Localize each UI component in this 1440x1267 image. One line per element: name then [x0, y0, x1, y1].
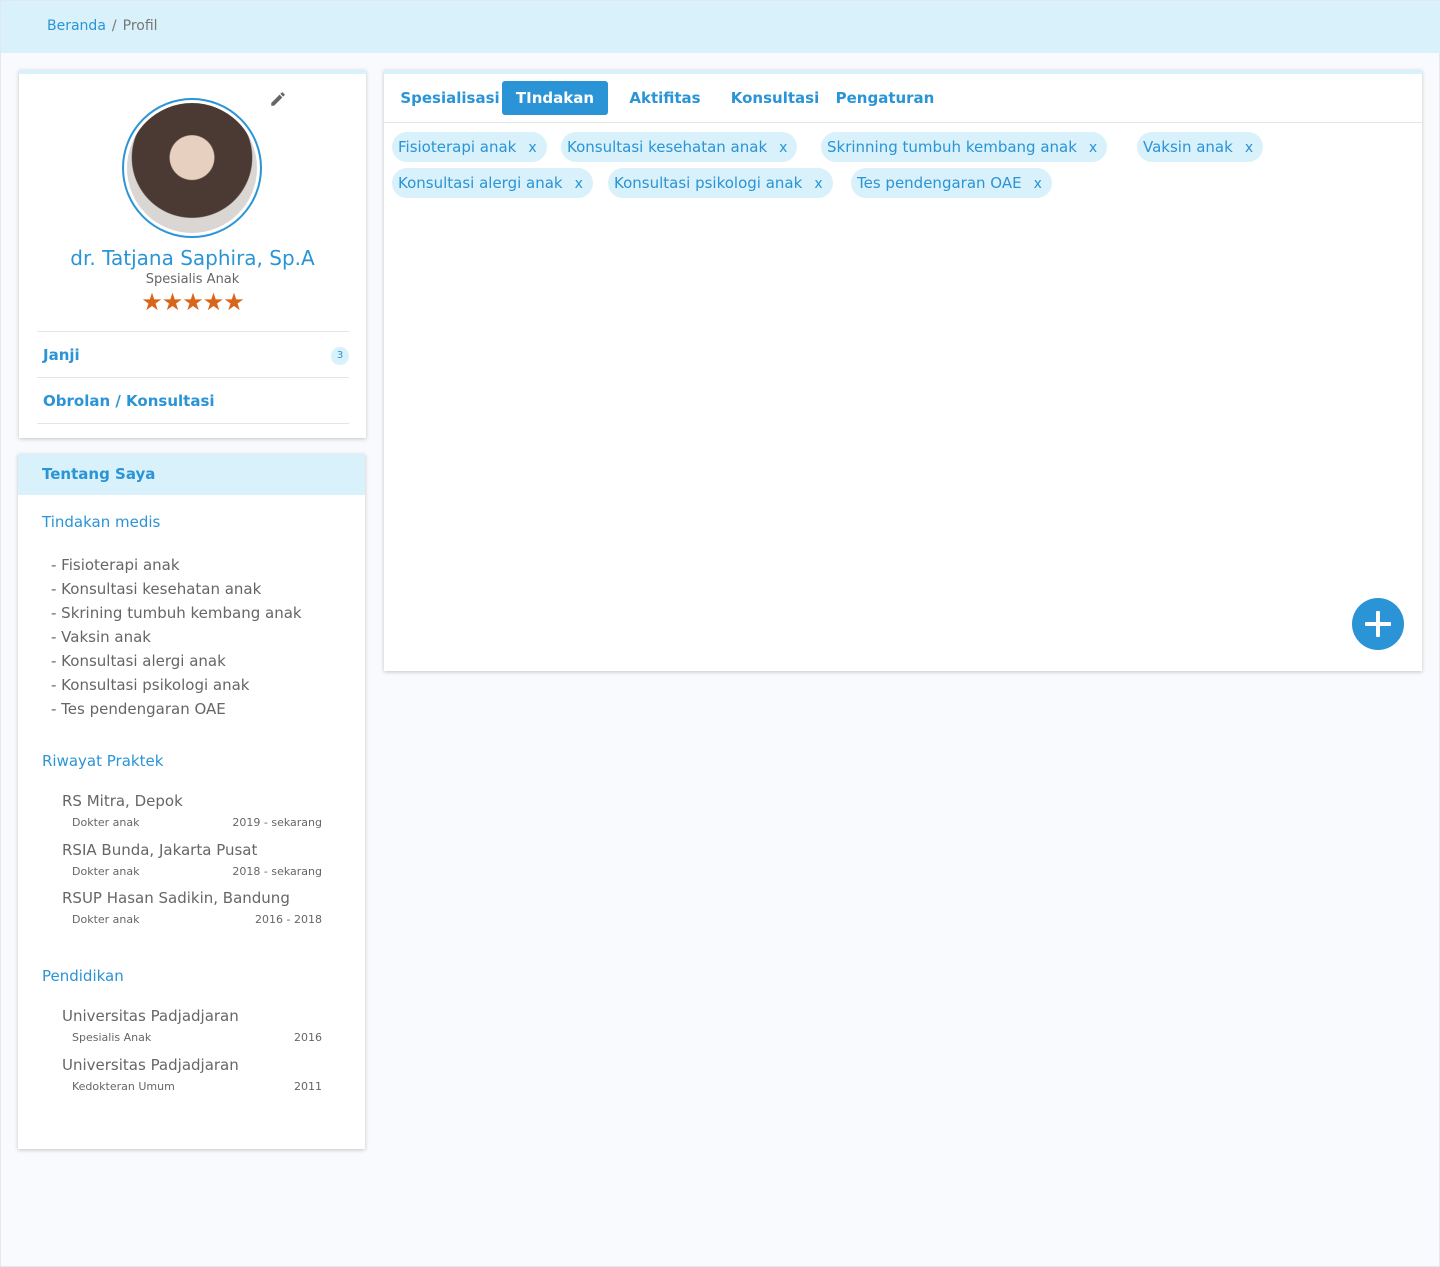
rating-stars: ★★★★★: [141, 288, 245, 316]
main-card: Spesialisasi TIndakan Aktifitas Konsulta…: [384, 70, 1422, 671]
practice-place: RSIA Bunda, Jakarta Pusat: [62, 841, 258, 859]
tab-aktifitas[interactable]: Aktifitas: [622, 81, 708, 115]
practice-history-item: RS Mitra, Depok Dokter anak 2019 - sekara…: [62, 792, 322, 829]
tag-chip: Fisioterapi anak x: [392, 132, 547, 162]
remove-chip-button[interactable]: x: [575, 169, 583, 199]
breadcrumb-current: Profil: [122, 18, 158, 34]
practice-role: Dokter anak: [72, 865, 140, 878]
education-item: Universitas Padjadjaran Spesialis Anak 20…: [62, 1007, 322, 1044]
education-degree: Spesialis Anak: [72, 1031, 152, 1044]
tindakan-medis-title: Tindakan medis: [42, 513, 161, 531]
breadcrumb-home-link[interactable]: Beranda: [47, 18, 106, 34]
tag-chip-label: Skrinning tumbuh kembang anak: [827, 138, 1077, 156]
top-bar: Beranda / Profil: [1, 1, 1440, 53]
breadcrumb-separator: /: [111, 18, 117, 34]
tindakan-list: - Fisioterapi anak - Konsultasi kesehata…: [51, 553, 302, 721]
tag-chip-label: Vaksin anak: [1143, 138, 1233, 156]
education-place: Universitas Padjadjaran: [62, 1056, 239, 1074]
remove-chip-button[interactable]: x: [814, 169, 822, 199]
list-item: - Fisioterapi anak: [51, 556, 180, 574]
education-item: Universitas Padjadjaran Kedokteran Umum 2…: [62, 1056, 322, 1093]
breadcrumb: Beranda / Profil: [47, 18, 158, 34]
menu-item-label: Janji: [43, 346, 80, 364]
tab-konsultasi[interactable]: Konsultasi: [728, 81, 822, 115]
pencil-icon[interactable]: [269, 90, 287, 108]
practice-role: Dokter anak: [72, 913, 140, 926]
list-item: - Vaksin anak: [51, 628, 151, 646]
avatar-photo: [127, 103, 257, 233]
education-place: Universitas Padjadjaran: [62, 1007, 239, 1025]
tag-chip-label: Konsultasi kesehatan anak: [567, 138, 768, 156]
tab-spesialisasi[interactable]: Spesialisasi: [394, 81, 506, 115]
education-degree: Kedokteran Umum: [72, 1080, 175, 1093]
menu-item-obrolan[interactable]: Obrolan / Konsultasi: [37, 377, 349, 424]
riwayat-praktek-title: Riwayat Praktek: [42, 752, 164, 770]
practice-years: 2018 - sekarang: [232, 865, 322, 878]
avatar: [122, 98, 262, 238]
list-item: - Skrining tumbuh kembang anak: [51, 604, 302, 622]
practice-history-item: RSUP Hasan Sadikin, Bandung Dokter anak 2…: [62, 889, 322, 926]
tag-chip: Skrinning tumbuh kembang anak x: [821, 132, 1108, 163]
remove-chip-button[interactable]: x: [1034, 169, 1042, 199]
tag-chip-label: Tes pendengaran OAE: [857, 174, 1022, 192]
pendidikan-title: Pendidikan: [42, 967, 124, 985]
tab-tindakan[interactable]: TIndakan: [502, 81, 608, 115]
tab-pengaturan[interactable]: Pengaturan: [833, 81, 937, 115]
list-item: - Tes pendengaran OAE: [51, 700, 226, 718]
count-badge: 3: [331, 347, 349, 365]
add-button[interactable]: [1352, 598, 1404, 650]
tab-bar: Spesialisasi TIndakan Aktifitas Konsulta…: [384, 74, 1422, 123]
tag-chip: Konsultasi psikologi anak x: [608, 168, 833, 198]
tag-chip: Tes pendengaran OAE x: [851, 168, 1052, 198]
practice-years: 2019 - sekarang: [232, 816, 322, 829]
tag-chip-label: Konsultasi psikologi anak: [614, 174, 803, 192]
practice-years: 2016 - 2018: [255, 913, 322, 926]
tag-chip: Konsultasi alergi anak x: [392, 168, 593, 198]
tag-chip-label: Konsultasi alergi anak: [398, 174, 563, 192]
profile-card: dr. Tatjana Saphira, Sp.A Spesialis Anak…: [19, 70, 366, 438]
doctor-name: dr. Tatjana Saphira, Sp.A: [70, 246, 315, 270]
tag-chip: Vaksin anak x: [1137, 132, 1264, 163]
list-item: - Konsultasi psikologi anak: [51, 676, 250, 694]
education-year: 2016: [294, 1031, 322, 1044]
tag-chip: Konsultasi kesehatan anak x: [561, 132, 798, 163]
menu-item-janji[interactable]: Janji 3: [37, 331, 349, 377]
menu-item-label: Obrolan / Konsultasi: [43, 392, 215, 410]
remove-chip-button[interactable]: x: [1245, 133, 1253, 163]
education-year: 2011: [294, 1080, 322, 1093]
about-title: Tentang Saya: [18, 454, 365, 495]
remove-chip-button[interactable]: x: [528, 133, 536, 163]
remove-chip-button[interactable]: x: [779, 133, 787, 163]
remove-chip-button[interactable]: x: [1089, 133, 1097, 163]
practice-place: RSUP Hasan Sadikin, Bandung: [62, 889, 290, 907]
about-card: Tentang Saya Tindakan medis - Fisioterap…: [18, 454, 365, 1149]
practice-place: RS Mitra, Depok: [62, 792, 183, 810]
doctor-specialty: Spesialis Anak: [145, 272, 240, 287]
practice-role: Dokter anak: [72, 816, 140, 829]
list-item: - Konsultasi kesehatan anak: [51, 580, 262, 598]
practice-history-item: RSIA Bunda, Jakarta Pusat Dokter anak 201…: [62, 841, 322, 878]
list-item: - Konsultasi alergi anak: [51, 652, 226, 670]
plus-icon: [1365, 611, 1391, 637]
tag-chip-label: Fisioterapi anak: [398, 138, 517, 156]
